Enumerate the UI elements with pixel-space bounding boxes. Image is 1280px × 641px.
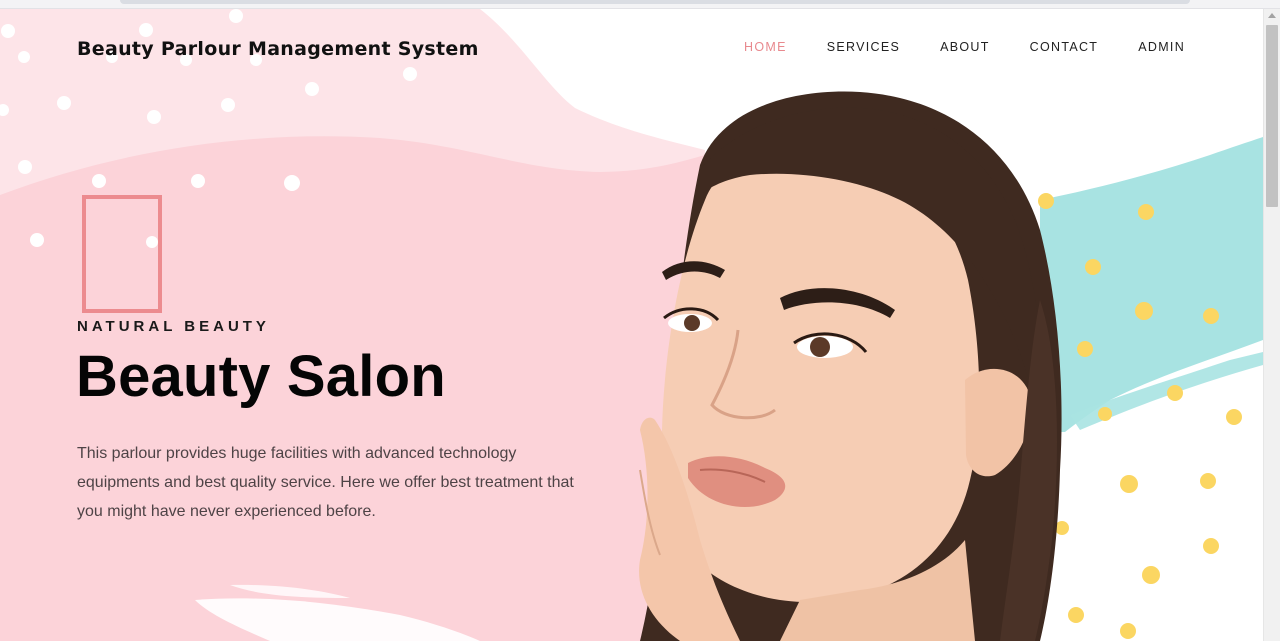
woman-portrait bbox=[639, 91, 1062, 641]
scrollbar-thumb[interactable] bbox=[1266, 25, 1278, 207]
nav-services[interactable]: SERVICES bbox=[827, 40, 900, 54]
page-scrollbar[interactable] bbox=[1263, 9, 1280, 641]
page: Beauty Parlour Management System HOME SE… bbox=[0, 0, 1280, 641]
nav-admin[interactable]: ADMIN bbox=[1138, 40, 1185, 54]
site-brand[interactable]: Beauty Parlour Management System bbox=[77, 38, 479, 60]
main-nav: HOME SERVICES ABOUT CONTACT ADMIN bbox=[744, 40, 1185, 54]
nav-home[interactable]: HOME bbox=[744, 40, 787, 54]
hero-eyebrow: NATURAL BEAUTY bbox=[77, 318, 270, 335]
hero-description: This parlour provides huge facilities wi… bbox=[77, 445, 574, 520]
scroll-up-icon[interactable] bbox=[1268, 13, 1276, 18]
decorative-frame bbox=[82, 195, 162, 313]
nav-contact[interactable]: CONTACT bbox=[1030, 40, 1099, 54]
hero-title: Beauty Salon bbox=[76, 344, 446, 409]
nav-about[interactable]: ABOUT bbox=[940, 40, 990, 54]
browser-top-edge bbox=[0, 0, 1280, 9]
